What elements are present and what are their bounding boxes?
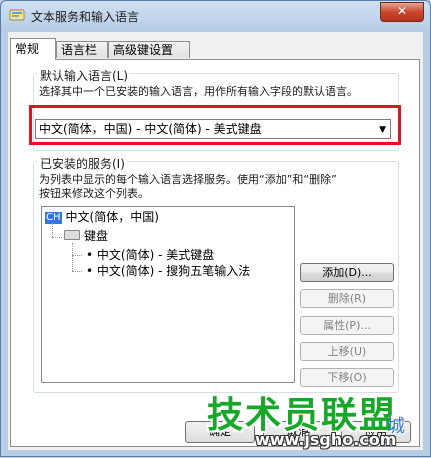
properties-button[interactable]: 属性(P)... xyxy=(300,316,394,335)
language-badge: CH xyxy=(45,212,62,224)
tree-item-us-keyboard[interactable]: • 中文(简体) - 美式键盘 xyxy=(86,248,214,262)
cancel-button[interactable]: 取消 xyxy=(263,421,333,443)
tree-keyboard-label: 键盘 xyxy=(84,229,109,243)
dialog-window: 文本服务和输入语言 ✕ 常规 语言栏 高级键设置 默认输入语言(L) 选择其中一… xyxy=(0,0,431,457)
tab-advanced-keys[interactable]: 高级键设置 xyxy=(108,41,190,58)
installed-services-group-label: 已安装的服务(I) xyxy=(38,155,127,172)
remove-button[interactable]: 删除(R) xyxy=(300,289,394,308)
tree-item-sogou-wubi[interactable]: • 中文(简体) - 搜狗五笔输入法 xyxy=(86,264,250,278)
ok-button[interactable]: 确定 xyxy=(185,421,255,443)
tab-general[interactable]: 常规 xyxy=(10,38,56,60)
default-language-description: 选择其中一个已安装的输入语言，用作所有输入字段的默认语言。 xyxy=(39,85,358,98)
keyboard-icon xyxy=(64,230,80,240)
tree-node-language[interactable]: CH 中文(简体，中国) xyxy=(45,210,159,224)
title-bar[interactable]: 文本服务和输入语言 ✕ xyxy=(1,1,430,29)
tree-connector xyxy=(72,255,82,256)
move-up-button[interactable]: 上移(U) xyxy=(300,342,394,361)
tree-connector xyxy=(52,223,53,237)
installed-services-description-1: 为列表中显示的每个输入语言选择服务。使用“添加”和“删除” xyxy=(39,173,337,186)
installed-services-description-2: 按钮来修改这个列表。 xyxy=(39,187,149,200)
app-icon xyxy=(9,9,25,21)
tab-language-bar[interactable]: 语言栏 xyxy=(56,41,108,58)
close-button[interactable]: ✕ xyxy=(380,2,424,22)
window-title: 文本服务和输入语言 xyxy=(31,10,140,24)
add-button[interactable]: 添加(D)... xyxy=(300,263,394,282)
tree-connector xyxy=(72,243,73,271)
tree-node-keyboard[interactable]: 键盘 xyxy=(64,229,108,243)
tree-connector xyxy=(72,271,82,272)
installed-services-tree[interactable]: CH 中文(简体，中国) 键盘 • 中文(简体) - 美式键盘 • 中文(简体) … xyxy=(41,206,295,383)
apply-button[interactable]: 应用 xyxy=(341,421,411,443)
default-language-group-label: 默认输入语言(L) xyxy=(38,67,131,84)
move-down-button[interactable]: 下移(O) xyxy=(300,368,394,387)
tree-language-label: 中文(简体，中国) xyxy=(65,210,159,224)
close-icon: ✕ xyxy=(396,4,408,18)
tree-connector xyxy=(52,237,62,238)
annotation-highlight-box xyxy=(29,105,401,145)
